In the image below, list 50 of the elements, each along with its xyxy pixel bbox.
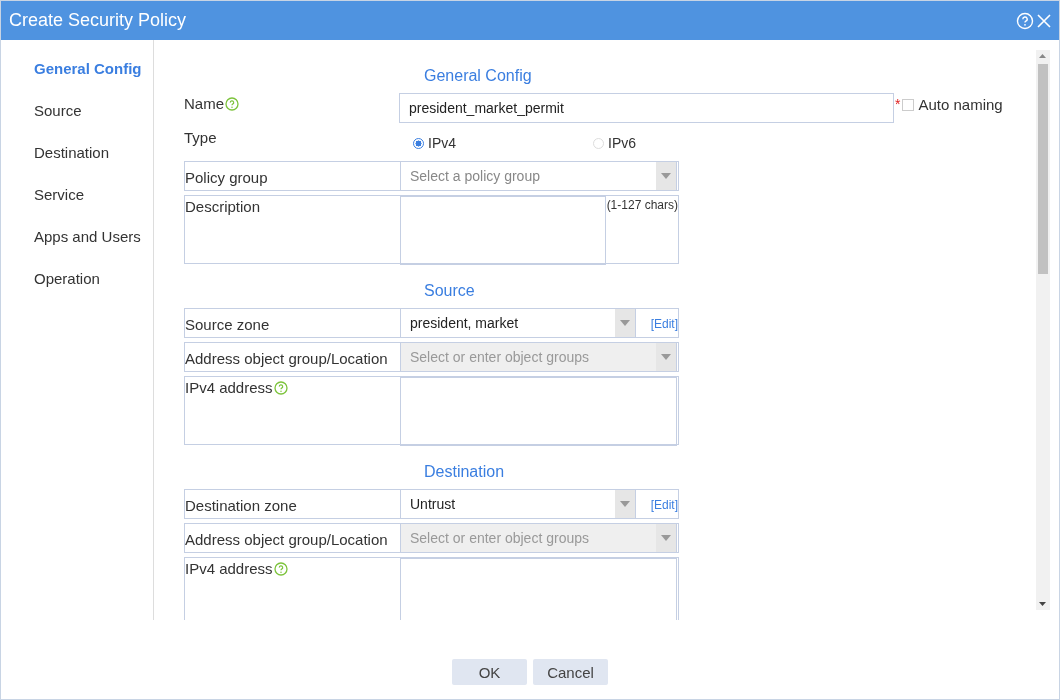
text-area[interactable]: [400, 196, 606, 265]
scroll-up-icon[interactable]: [1039, 54, 1046, 58]
radio-label: IPv4: [428, 135, 456, 151]
sidebar-item[interactable]: General Config: [1, 60, 153, 102]
help-icon[interactable]: [273, 380, 288, 395]
dropdown-field[interactable]: Untrust: [400, 489, 636, 519]
text-area[interactable]: [400, 558, 677, 620]
field-label: IPv4 address: [185, 379, 273, 396]
sidebar-item[interactable]: Source: [1, 102, 153, 144]
hint-text: (1-127 chars): [606, 197, 678, 212]
edit-link[interactable]: [Edit]: [650, 315, 678, 331]
scrollbar[interactable]: [1036, 50, 1050, 610]
caret-icon: [619, 501, 630, 507]
caret-icon: [661, 354, 671, 360]
field-label: Type: [184, 129, 217, 146]
help-icon[interactable]: [273, 561, 288, 576]
name-field[interactable]: president_market_permit: [399, 93, 894, 123]
checkbox[interactable]: [902, 98, 915, 111]
field-label: Policy group: [185, 168, 268, 186]
caret-icon: [619, 320, 630, 326]
dialog-button[interactable]: OK: [452, 659, 527, 685]
field-label: Name: [184, 95, 224, 112]
caret-icon: [661, 535, 671, 541]
sidebar-item[interactable]: Operation: [1, 270, 153, 312]
sidebar-item[interactable]: Destination: [1, 144, 153, 186]
radio-button[interactable]: [413, 137, 424, 149]
field-label: Source zone: [185, 315, 270, 333]
field-label: Destination zone: [185, 496, 297, 514]
section-title: Source: [424, 281, 476, 301]
dialog-button[interactable]: Cancel: [533, 659, 608, 685]
field-label: Description: [185, 198, 261, 215]
sidebar-item[interactable]: Service: [1, 186, 153, 228]
section-title: Destination: [424, 462, 506, 482]
field-label: IPv4 address: [185, 560, 273, 577]
sidebar-item[interactable]: Apps and Users: [1, 228, 153, 270]
caret-icon: [661, 173, 671, 179]
section-title: General Config: [424, 66, 533, 86]
dropdown-field[interactable]: president, market: [400, 308, 636, 338]
field-label: Address object group/Location: [185, 349, 388, 367]
window-title: Create Security Policy: [9, 10, 187, 31]
required-mark: *: [895, 96, 901, 112]
radio-label: IPv6: [608, 135, 636, 151]
checkbox-label: Auto naming: [918, 96, 1003, 113]
dropdown-field[interactable]: Select a policy group: [400, 161, 677, 191]
close-icon[interactable]: [1037, 13, 1051, 28]
help-icon[interactable]: [225, 96, 239, 111]
field-label: Address object group/Location: [185, 530, 388, 548]
text-area[interactable]: [400, 377, 677, 446]
scroll-down-icon[interactable]: [1039, 602, 1046, 606]
edit-link[interactable]: [Edit]: [650, 496, 678, 512]
